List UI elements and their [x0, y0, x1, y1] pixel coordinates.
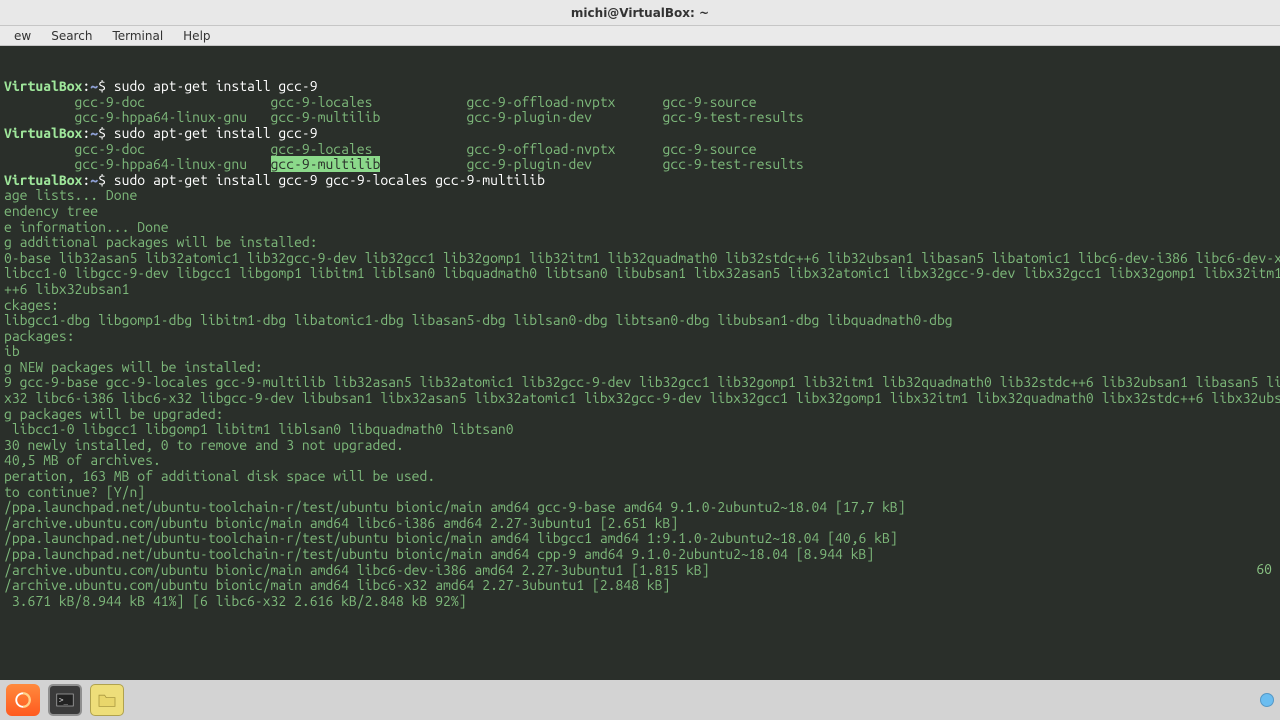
- terminal-viewport[interactable]: VirtualBox:~$ sudo apt-get install gcc-9…: [0, 46, 1280, 680]
- tray-indicator-icon[interactable]: [1260, 693, 1274, 707]
- firefox-icon[interactable]: [6, 684, 40, 716]
- terminal-icon[interactable]: >_: [48, 684, 82, 716]
- system-tray: [1260, 693, 1274, 707]
- menu-terminal[interactable]: Terminal: [102, 27, 173, 45]
- taskbar: >_: [0, 680, 1280, 720]
- download-speed-right: 60: [1256, 562, 1272, 578]
- menu-bar: ew Search Terminal Help: [0, 26, 1280, 46]
- tab-completion-selection: gcc-9-multilib: [271, 156, 381, 172]
- menu-help[interactable]: Help: [173, 27, 220, 45]
- terminal-content: VirtualBox:~$ sudo apt-get install gcc-9…: [0, 77, 1280, 611]
- window-titlebar: michi@VirtualBox: ~: [0, 0, 1280, 26]
- app-grid-icon[interactable]: [132, 684, 166, 716]
- window-title-text: michi@VirtualBox: ~: [571, 6, 709, 20]
- svg-text:>_: >_: [59, 695, 69, 704]
- file-manager-icon[interactable]: [90, 684, 124, 716]
- menu-search[interactable]: Search: [41, 27, 102, 45]
- menu-view[interactable]: ew: [4, 27, 41, 45]
